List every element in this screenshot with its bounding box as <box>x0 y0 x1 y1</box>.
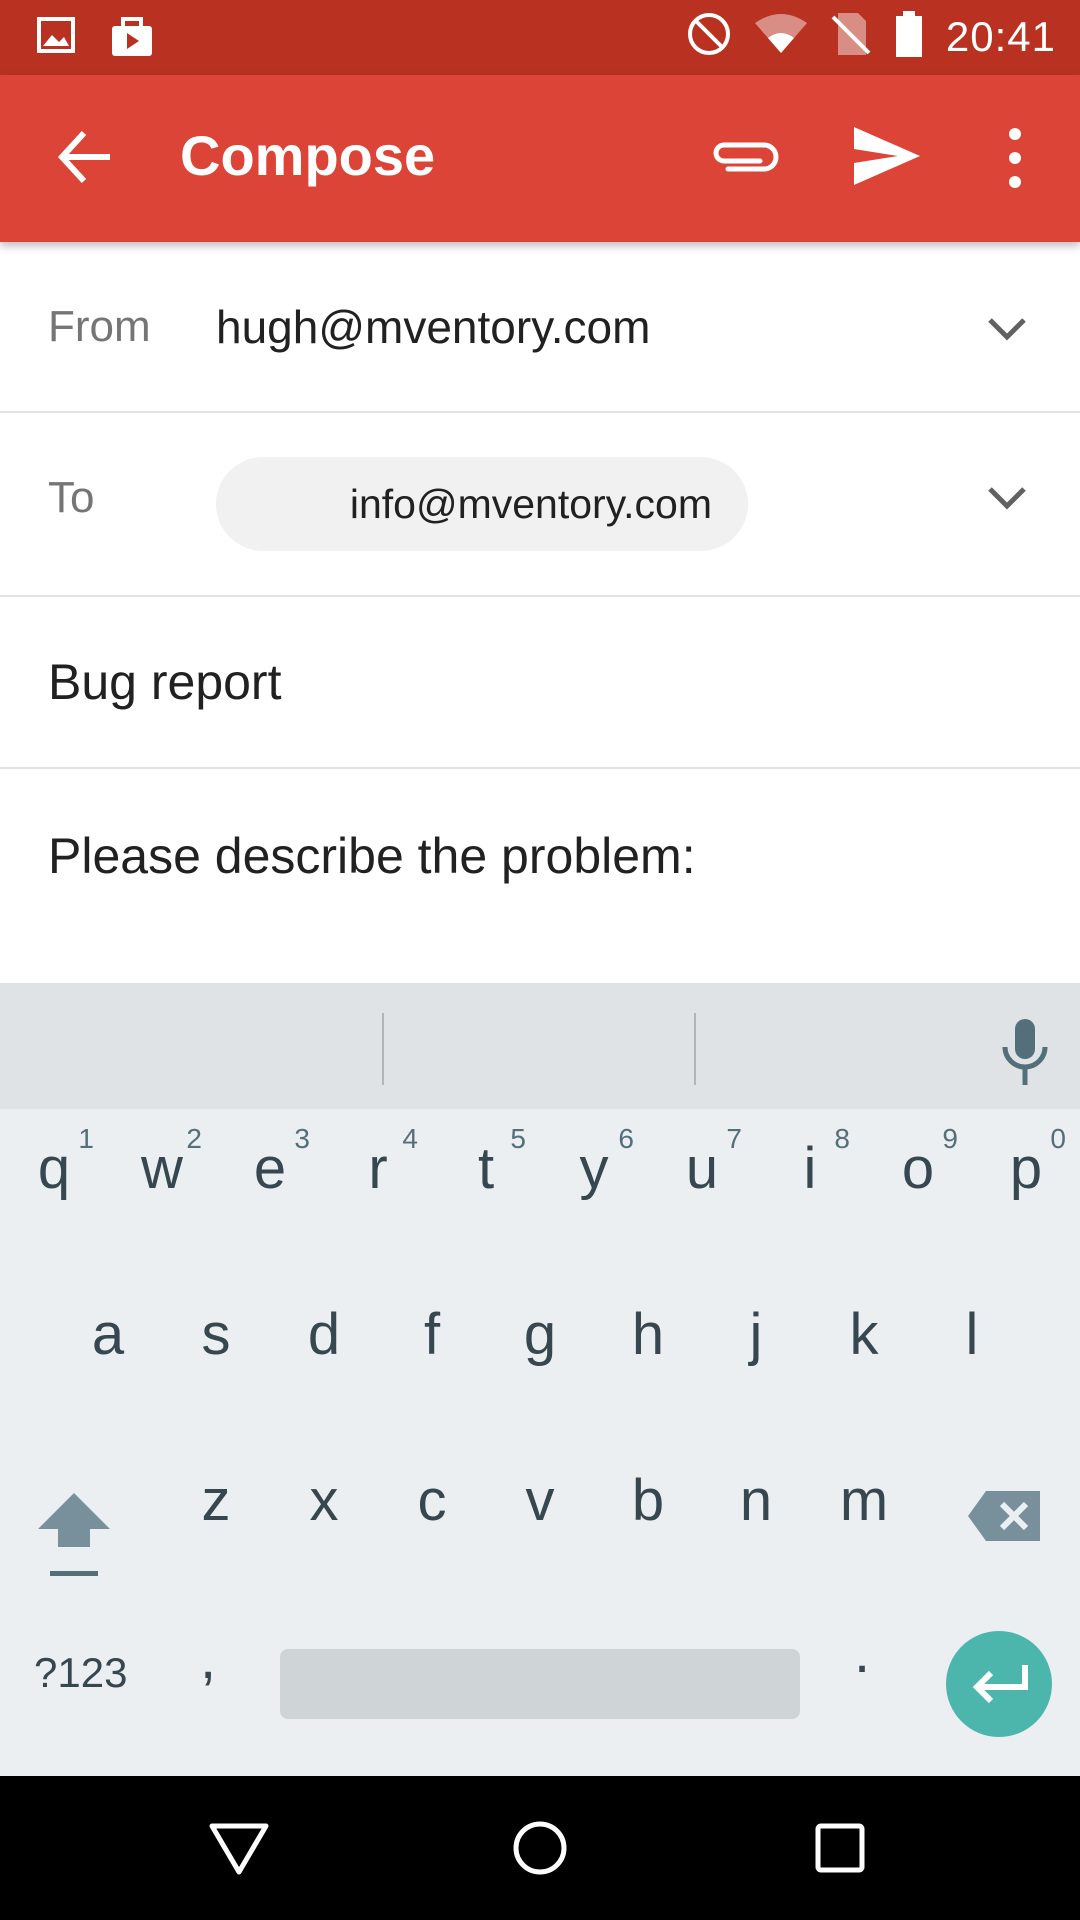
key-char: t <box>477 1136 495 1201</box>
status-time: 20:41 <box>945 12 1056 60</box>
key-z[interactable]: z <box>162 1441 270 1591</box>
chevron-down-icon[interactable] <box>986 485 1028 511</box>
page-title: Compose <box>180 124 436 187</box>
nav-back-icon[interactable] <box>208 1822 270 1881</box>
back-arrow-icon[interactable] <box>54 127 114 187</box>
key-m[interactable]: m <box>810 1441 918 1591</box>
body-field[interactable]: Please describe the problem: <box>0 769 1080 983</box>
recipient-chip-text: info@mventory.com <box>349 481 712 527</box>
key-char: n <box>739 1468 773 1533</box>
key-j[interactable]: j <box>702 1275 810 1425</box>
suggestion-strip <box>0 985 1080 1109</box>
key-r[interactable]: 4r <box>324 1109 432 1259</box>
key-v[interactable]: v <box>486 1441 594 1591</box>
key-u[interactable]: 7u <box>648 1109 756 1259</box>
key-char: y <box>579 1136 609 1201</box>
key-h[interactable]: h <box>594 1275 702 1425</box>
nav-home-icon[interactable] <box>512 1820 568 1881</box>
symbols-key[interactable]: ?123 <box>34 1649 127 1697</box>
send-icon[interactable] <box>852 125 922 187</box>
key-t[interactable]: 5t <box>432 1109 540 1259</box>
wifi-icon <box>754 13 808 60</box>
key-y[interactable]: 6y <box>540 1109 648 1259</box>
status-bar: 20:41 <box>0 0 1080 75</box>
image-icon <box>36 16 76 63</box>
key-char: c <box>417 1468 447 1533</box>
key-x[interactable]: x <box>270 1441 378 1591</box>
body-text: Please describe the problem: <box>48 828 696 884</box>
work-icon <box>110 16 154 63</box>
key-char: j <box>749 1302 763 1367</box>
key-char: f <box>423 1302 441 1367</box>
to-label: To <box>48 473 95 522</box>
key-char: x <box>309 1468 339 1533</box>
key-char: a <box>91 1302 125 1367</box>
key-char: b <box>631 1468 665 1533</box>
space-bar[interactable] <box>280 1649 800 1719</box>
key-char: p <box>1009 1136 1043 1201</box>
enter-key[interactable] <box>946 1631 1052 1737</box>
key-g[interactable]: g <box>486 1275 594 1425</box>
key-char: u <box>685 1136 719 1201</box>
key-e[interactable]: 3e <box>216 1109 324 1259</box>
key-char: o <box>901 1136 935 1201</box>
key-char: k <box>849 1302 879 1367</box>
key-char: r <box>368 1136 388 1201</box>
key-d[interactable]: d <box>270 1275 378 1425</box>
microphone-icon[interactable] <box>1000 1017 1050 1091</box>
key-char: g <box>523 1302 557 1367</box>
shift-key[interactable] <box>36 1489 112 1579</box>
more-vert-icon[interactable] <box>1000 125 1030 191</box>
key-char: q <box>37 1136 71 1201</box>
key-char: e <box>253 1136 287 1201</box>
no-sim-icon <box>830 11 872 62</box>
suggestion-divider <box>694 1013 696 1085</box>
nav-recents-icon[interactable] <box>814 1822 866 1879</box>
key-b[interactable]: b <box>594 1441 702 1591</box>
from-account-selector[interactable]: hugh@mventory.com <box>216 300 650 354</box>
key-q[interactable]: 1q <box>0 1109 108 1259</box>
comma-key[interactable]: , <box>200 1625 216 1692</box>
from-label: From <box>48 302 151 351</box>
key-char: m <box>839 1468 889 1533</box>
from-row: From hugh@mventory.com <box>0 242 1080 413</box>
key-s[interactable]: s <box>162 1275 270 1425</box>
key-o[interactable]: 9o <box>864 1109 972 1259</box>
key-char: l <box>965 1302 979 1367</box>
suggestion-divider <box>382 1013 384 1085</box>
recipient-chip[interactable]: info@mventory.com <box>216 457 748 551</box>
key-l[interactable]: l <box>918 1275 1026 1425</box>
chevron-down-icon[interactable] <box>986 316 1028 342</box>
key-a[interactable]: a <box>54 1275 162 1425</box>
key-char: w <box>141 1136 183 1201</box>
key-n[interactable]: n <box>702 1441 810 1591</box>
subject-field[interactable]: Bug report <box>0 597 1080 769</box>
app-bar: Compose <box>0 75 1080 242</box>
navigation-bar <box>0 1776 1080 1920</box>
key-char: h <box>631 1302 665 1367</box>
key-char: d <box>307 1302 341 1367</box>
backspace-icon[interactable] <box>966 1489 1042 1543</box>
subject-text: Bug report <box>48 654 282 710</box>
period-key[interactable]: . <box>854 1619 870 1686</box>
key-k[interactable]: k <box>810 1275 918 1425</box>
key-char: i <box>803 1136 817 1201</box>
key-char: s <box>201 1302 231 1367</box>
key-char: z <box>201 1468 231 1533</box>
to-row: To info@mventory.com <box>0 413 1080 597</box>
keyboard: 1q2w3e4r5t6y7u8i9o0p a s d f g h j k l z x c v b n m ?… <box>0 983 1080 1776</box>
key-i[interactable]: 8i <box>756 1109 864 1259</box>
key-p[interactable]: 0p <box>972 1109 1080 1259</box>
key-w[interactable]: 2w <box>108 1109 216 1259</box>
do-not-disturb-icon <box>686 11 732 62</box>
key-f[interactable]: f <box>378 1275 486 1425</box>
key-c[interactable]: c <box>378 1441 486 1591</box>
paperclip-icon[interactable] <box>708 129 782 185</box>
battery-icon <box>894 10 924 63</box>
key-char: v <box>525 1468 555 1533</box>
return-icon <box>972 1665 1028 1704</box>
